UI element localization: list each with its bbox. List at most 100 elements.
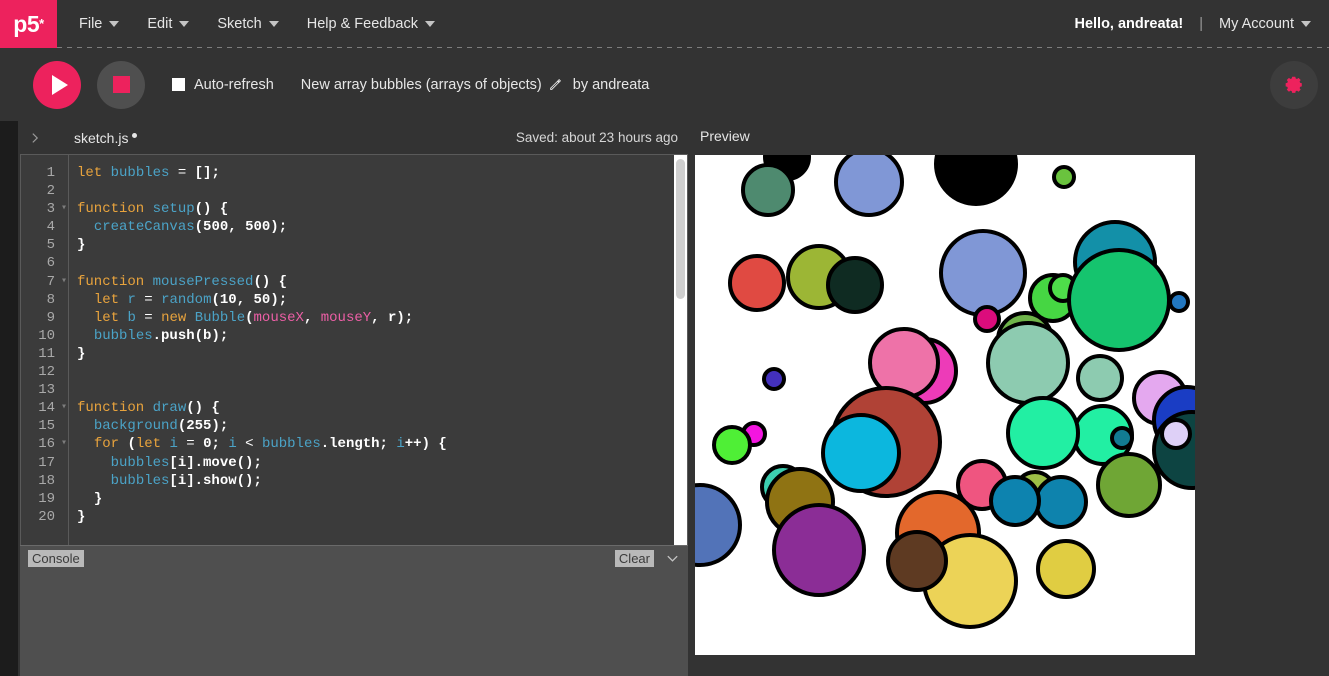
settings-button[interactable] xyxy=(1270,60,1318,109)
chevron-down-icon xyxy=(179,21,190,27)
code-line: } xyxy=(93,490,103,507)
main-menu: File Edit Sketch Help & Feedback xyxy=(65,0,449,48)
menu-item-file[interactable]: File xyxy=(65,0,133,48)
console-header[interactable]: Console Clear xyxy=(20,545,688,571)
menu-item-help-feedback[interactable]: Help & Feedback xyxy=(293,0,449,48)
gear-icon xyxy=(1285,76,1302,93)
line-number: 10 xyxy=(38,327,55,344)
fold-toggle-icon[interactable]: ▾ xyxy=(61,200,67,218)
console-output[interactable] xyxy=(20,571,688,676)
nav-separator: | xyxy=(1199,16,1204,32)
chevron-down-icon xyxy=(109,21,120,27)
bubble xyxy=(934,155,1018,206)
bubble xyxy=(834,155,904,217)
line-number: 2 xyxy=(46,183,55,200)
sketch-canvas[interactable] xyxy=(695,155,1195,655)
bubble xyxy=(1034,475,1088,529)
bubble xyxy=(695,483,742,567)
line-number: 5 xyxy=(46,237,55,254)
fold-toggle-icon[interactable]: ▾ xyxy=(61,273,67,291)
bubble xyxy=(712,425,752,465)
bubble xyxy=(1067,248,1171,352)
code-line: bubbles[i].move(); xyxy=(110,454,262,471)
stop-icon xyxy=(112,76,130,93)
bubble xyxy=(826,256,884,314)
editor-vertical-scrollbar[interactable] xyxy=(674,155,687,561)
fold-toggle-icon[interactable]: ▾ xyxy=(61,435,67,453)
menu-item-file-label: File xyxy=(79,16,103,32)
code-line: createCanvas(500, 500); xyxy=(93,219,288,236)
my-account-menu[interactable]: My Account xyxy=(1211,16,1311,32)
line-number: 18 xyxy=(38,472,55,489)
bubble xyxy=(772,503,866,597)
auto-refresh-checkbox[interactable] xyxy=(172,78,185,91)
code-line: let b = new Bubble(mouseX, mouseY, r); xyxy=(93,309,414,326)
auto-refresh-toggle[interactable]: Auto-refresh xyxy=(172,77,274,93)
editor-scrollbar-thumb[interactable] xyxy=(676,159,685,299)
bubble xyxy=(1168,291,1190,313)
stop-button[interactable] xyxy=(97,60,145,109)
menu-item-sketch[interactable]: Sketch xyxy=(203,0,292,48)
play-button[interactable] xyxy=(33,60,81,109)
bubble xyxy=(1052,165,1076,189)
p5-logo[interactable]: p5 * xyxy=(0,0,57,48)
sketch-author: by andreata xyxy=(572,76,650,93)
pencil-icon[interactable] xyxy=(549,78,562,91)
line-number: 13 xyxy=(38,382,55,399)
line-number: 1 xyxy=(46,165,55,181)
line-number: 17 xyxy=(38,454,55,471)
menu-item-sketch-label: Sketch xyxy=(217,16,262,32)
line-number: 15 xyxy=(38,418,55,435)
bubble xyxy=(986,321,1070,405)
console-clear-button[interactable]: Clear xyxy=(614,550,654,567)
bubble xyxy=(1036,539,1096,599)
console-collapse-button[interactable] xyxy=(664,551,680,567)
code-line: } xyxy=(77,508,86,525)
line-number: 11 xyxy=(38,345,55,362)
line-number: 12 xyxy=(38,364,55,381)
user-greeting: Hello, andreata! xyxy=(1074,16,1184,32)
bubble xyxy=(1160,418,1192,450)
menu-item-edit[interactable]: Edit xyxy=(133,0,203,48)
bubble xyxy=(989,475,1041,527)
menu-item-help-feedback-label: Help & Feedback xyxy=(306,16,418,32)
collapsed-sidebar-strip xyxy=(0,121,18,676)
chevron-down-icon xyxy=(424,21,435,27)
code-editor[interactable]: 1 2 3 ▾ 4 5 6 7 ▾ 8 9 10 11 12 13 14 ▾ 15 1… xyxy=(20,154,688,562)
file-tab-label: sketch.js xyxy=(74,129,129,146)
line-number: 3 ▾ xyxy=(46,200,67,218)
code-line: for (let i = 0; i < bubbles.length; i++)… xyxy=(93,436,447,453)
bubble xyxy=(1096,452,1162,518)
bubble xyxy=(1076,354,1124,402)
fold-toggle-icon[interactable]: ▾ xyxy=(61,399,67,417)
editor-pane: sketch.js Saved: about 23 hours ago 1 2 … xyxy=(18,121,690,676)
code-line: let r = random(10, 50); xyxy=(93,291,288,308)
bubble xyxy=(741,163,795,217)
chevron-down-icon xyxy=(666,555,678,562)
code-line: bubbles[i].show(); xyxy=(110,472,262,489)
preview-title: Preview xyxy=(700,128,750,144)
code-line: let bubbles = []; xyxy=(77,165,220,181)
my-account-label: My Account xyxy=(1219,16,1294,32)
bubble xyxy=(821,413,901,493)
bubble xyxy=(762,367,786,391)
line-number: 19 xyxy=(38,490,55,507)
console-title: Console xyxy=(28,550,84,567)
play-icon xyxy=(51,74,68,95)
bubble xyxy=(1110,426,1134,450)
bubble xyxy=(1006,396,1080,470)
bubble xyxy=(728,254,786,312)
line-number-gutter: 1 2 3 ▾ 4 5 6 7 ▾ 8 9 10 11 12 13 14 ▾ 15 1… xyxy=(21,155,69,561)
chevron-right-icon[interactable] xyxy=(27,130,43,146)
line-number: 6 xyxy=(46,255,55,272)
sketch-name[interactable]: New array bubbles (arrays of objects) xyxy=(301,77,562,93)
code-line: } xyxy=(77,345,86,362)
code-text-area[interactable]: let bubbles = []; function setup() { cre… xyxy=(69,155,687,561)
auto-refresh-label: Auto-refresh xyxy=(194,76,274,93)
file-tab-sketch-js[interactable]: sketch.js xyxy=(74,129,138,146)
nav-right-group: Hello, andreata! | My Account xyxy=(1074,16,1329,32)
bubble xyxy=(939,229,1027,317)
